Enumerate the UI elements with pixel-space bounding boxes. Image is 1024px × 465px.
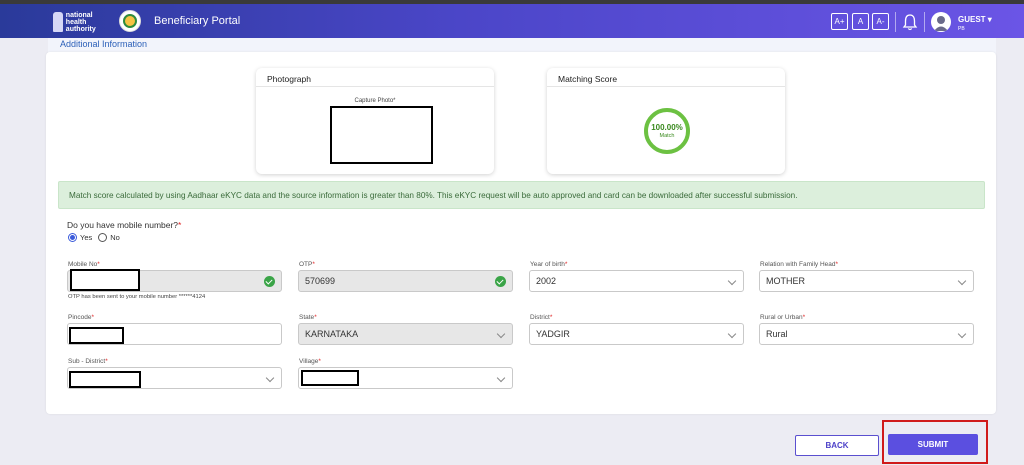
nha-logo-icon[interactable]: national health authority [53, 9, 105, 35]
rural-urban-label: Rural or Urban* [760, 314, 806, 321]
village-label: Village* [299, 358, 321, 365]
sub-district-label: Sub - District* [68, 358, 108, 365]
check-circle-icon [264, 276, 275, 287]
pincode-label: Pincode* [68, 314, 95, 321]
radio-no-label: No [110, 233, 120, 242]
header-divider [924, 12, 925, 32]
year-of-birth-select[interactable]: 2002 [529, 270, 744, 292]
user-subtitle: PB [958, 26, 965, 32]
portal-title: Beneficiary Portal [154, 15, 241, 27]
font-decrease-button[interactable]: A- [872, 13, 889, 30]
chevron-down-icon [496, 373, 506, 383]
check-circle-icon [495, 276, 506, 287]
match-score-badge: 100.00% Match [644, 108, 690, 154]
photograph-title: Photograph [256, 68, 494, 87]
otp-hint: OTP has been sent to your mobile number … [68, 294, 206, 300]
match-info-alert: Match score calculated by using Aadhaar … [58, 181, 985, 209]
logo-text: national health authority [65, 11, 96, 33]
main-card [46, 52, 996, 414]
relation-label: Relation with Family Head* [760, 261, 839, 268]
mobile-label: Mobile No* [68, 261, 100, 268]
chevron-down-icon [957, 276, 967, 286]
user-menu[interactable]: GUEST ▾ [958, 15, 992, 24]
capture-photo-label: Capture Photo* [354, 98, 396, 104]
radio-yes-label: Yes [80, 233, 93, 242]
font-increase-button[interactable]: A+ [831, 13, 848, 30]
chevron-down-icon [957, 329, 967, 339]
mobile-radio-group: Yes No [68, 233, 120, 242]
match-score-label: Match [659, 133, 675, 139]
state-emblem-icon [119, 10, 141, 32]
year-of-birth-label: Year of birth* [530, 261, 568, 268]
chevron-down-icon [496, 329, 506, 339]
otp-input[interactable]: 570699 [298, 270, 513, 292]
redacted-village [301, 370, 359, 386]
bell-icon[interactable] [902, 13, 918, 31]
radio-no[interactable] [98, 233, 108, 242]
matching-score-panel: Matching Score 100.00% Match [547, 68, 785, 174]
back-button[interactable]: BACK [795, 435, 879, 456]
district-label: District* [530, 314, 553, 321]
chevron-down-icon [727, 276, 737, 286]
user-avatar-icon[interactable] [931, 12, 951, 32]
submit-highlight-box [882, 420, 988, 464]
captured-photo[interactable] [330, 106, 433, 164]
header: national health authority Beneficiary Po… [0, 4, 1024, 38]
redacted-sub-district [69, 371, 141, 388]
chevron-down-icon [265, 373, 275, 383]
redacted-mobile [70, 269, 140, 291]
radio-yes[interactable] [68, 233, 77, 242]
district-select[interactable]: YADGIR [529, 323, 744, 345]
header-divider [895, 12, 896, 32]
state-select[interactable]: KARNATAKA [298, 323, 513, 345]
otp-label: OTP* [299, 261, 315, 268]
state-label: State* [299, 314, 317, 321]
matching-score-title: Matching Score [547, 68, 785, 87]
emblem-icon [53, 12, 63, 32]
rural-urban-select[interactable]: Rural [759, 323, 974, 345]
chevron-down-icon [727, 329, 737, 339]
font-normal-button[interactable]: A [852, 13, 869, 30]
redacted-pincode [69, 327, 124, 344]
photograph-panel: Photograph Capture Photo* [256, 68, 494, 174]
relation-select[interactable]: MOTHER [759, 270, 974, 292]
match-score-value: 100.00% [651, 123, 683, 132]
section-title: Additional Information [60, 39, 148, 49]
mobile-question: Do you have mobile number?* [67, 220, 182, 230]
